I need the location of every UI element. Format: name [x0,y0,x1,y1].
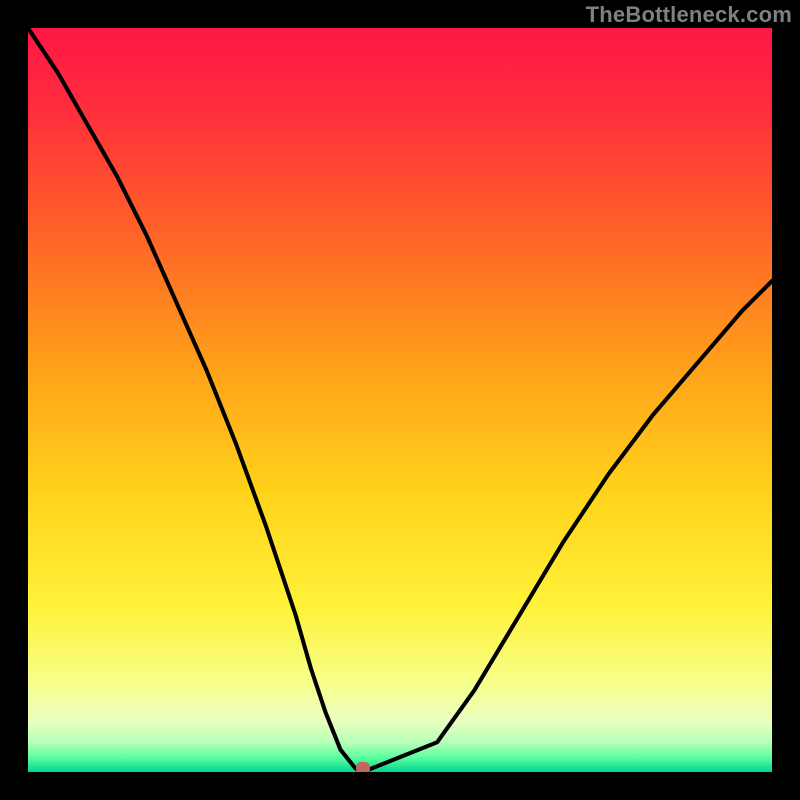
plot-area [28,28,772,772]
background-gradient [28,28,772,772]
chart-frame: TheBottleneck.com [0,0,800,800]
optimal-point-marker [356,762,370,772]
watermark-label: TheBottleneck.com [586,2,792,28]
